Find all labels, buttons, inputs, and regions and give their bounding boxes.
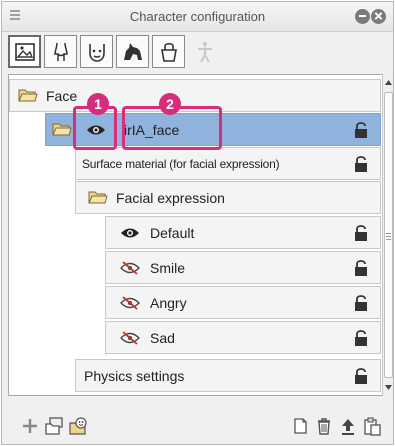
- image-frame-tab[interactable]: [8, 35, 41, 68]
- callout-badge-2: 2: [159, 93, 181, 115]
- add-button[interactable]: [20, 416, 40, 436]
- tree-item-label: Face: [46, 87, 78, 104]
- tree-item-label: Facial expression: [116, 189, 225, 206]
- tree-item-label: Surface material (for facial expression): [82, 156, 280, 171]
- grip-icon: [386, 233, 391, 242]
- accessory-icon: [160, 42, 177, 62]
- animal-icon: [123, 42, 142, 60]
- mannequin-icon: [197, 41, 212, 62]
- vertical-scrollbar[interactable]: [382, 74, 393, 396]
- upload-button[interactable]: [338, 416, 358, 436]
- close-button[interactable]: [371, 9, 386, 24]
- tree-item-expression-default[interactable]: Default: [105, 216, 381, 249]
- lock-icon[interactable]: [354, 156, 368, 172]
- animal-tab[interactable]: [116, 35, 149, 68]
- add-expression-icon: [69, 417, 87, 435]
- folder-open-icon: [88, 191, 108, 204]
- add-icon: [23, 419, 37, 433]
- layer-tree: Face irIA_face Surface material (for fac…: [8, 74, 388, 396]
- lock-icon[interactable]: [354, 330, 368, 346]
- eye-hidden-icon[interactable]: [120, 260, 140, 275]
- folder-open-icon: [18, 89, 38, 102]
- tree-item-facial-expression-folder[interactable]: Facial expression: [75, 181, 381, 214]
- tree-item-expression-smile[interactable]: Smile: [105, 251, 381, 284]
- face-icon: [88, 43, 105, 62]
- mannequin-tab[interactable]: [188, 35, 221, 68]
- paste-button[interactable]: [362, 416, 382, 436]
- lock-icon[interactable]: [354, 260, 368, 276]
- lock-icon[interactable]: [354, 368, 368, 384]
- title-bar[interactable]: Character configuration: [2, 2, 393, 32]
- tree-item-label: Angry: [150, 294, 187, 311]
- eye-hidden-icon[interactable]: [120, 330, 140, 345]
- folder-open-icon: [52, 123, 72, 136]
- add-expression-button[interactable]: [68, 416, 88, 436]
- new-page-button[interactable]: [290, 416, 310, 436]
- new-page-icon: [294, 418, 307, 434]
- accessory-tab[interactable]: [152, 35, 185, 68]
- tree-item-label: Smile: [150, 259, 186, 276]
- upload-icon: [342, 419, 354, 435]
- add-folder-button[interactable]: [44, 416, 64, 436]
- tree-item-expression-angry[interactable]: Angry: [105, 286, 381, 319]
- delete-button[interactable]: [314, 416, 334, 436]
- callout-badge-1: 1: [87, 93, 109, 115]
- delete-icon: [318, 418, 330, 435]
- tree-item-label: Default: [150, 224, 195, 241]
- bottom-toolbar: [2, 402, 393, 444]
- tree-item-surface-material[interactable]: Surface material (for facial expression): [75, 147, 381, 180]
- tree-item-physics-settings[interactable]: Physics settings: [75, 359, 381, 392]
- body-tab[interactable]: [44, 35, 77, 68]
- eye-icon[interactable]: [120, 226, 140, 240]
- window-title: Character configuration: [129, 9, 266, 24]
- tree-item-label: Sad: [150, 329, 175, 346]
- image-frame-icon: [14, 42, 35, 61]
- lock-icon[interactable]: [354, 295, 368, 311]
- scrollbar-thumb[interactable]: [384, 92, 393, 378]
- body-outline-icon: [53, 42, 68, 61]
- scroll-up-icon[interactable]: [384, 77, 393, 89]
- eye-hidden-icon[interactable]: [120, 295, 140, 310]
- lock-icon[interactable]: [354, 225, 368, 241]
- tree-item-label: Physics settings: [84, 367, 185, 384]
- minimize-button[interactable]: [355, 9, 370, 24]
- paste-icon: [364, 417, 381, 436]
- lock-icon[interactable]: [354, 122, 368, 138]
- tree-item-expression-sad[interactable]: Sad: [105, 321, 381, 354]
- character-configuration-panel: Character configuration Face irIA_face S…: [1, 1, 394, 445]
- face-tab[interactable]: [80, 35, 113, 68]
- add-folder-icon: [45, 417, 63, 435]
- scroll-down-icon[interactable]: [384, 381, 393, 393]
- tool-tabs: [8, 35, 221, 69]
